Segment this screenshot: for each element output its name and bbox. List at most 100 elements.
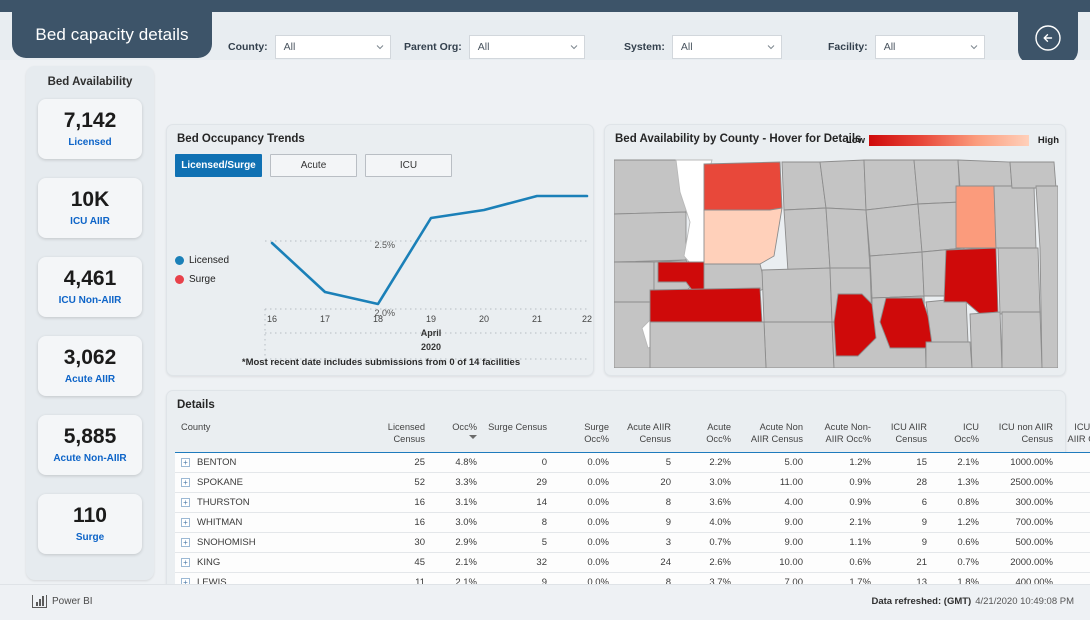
cell-county[interactable]: + THURSTON bbox=[175, 492, 375, 514]
col-surge-census[interactable]: Surge Census bbox=[483, 419, 553, 454]
slicer-county-label: County: bbox=[228, 41, 268, 53]
chevron-down-icon[interactable] bbox=[376, 43, 384, 51]
col-acute-non-aiir-occ-pct[interactable]: Acute Non-AIIR Occ% bbox=[809, 419, 877, 454]
powerbi-label: Power BI bbox=[52, 596, 93, 607]
kpi-card-acute-aiir[interactable]: 3,062 Acute AIIR bbox=[38, 336, 142, 396]
cell-icu-aiir-census: 15 bbox=[877, 452, 933, 474]
tab-icu[interactable]: ICU bbox=[365, 154, 452, 177]
cell-icu-non-aiir-census: 700.00% bbox=[985, 512, 1059, 534]
cell-icu-non-aiir-occ: 2.6% bbox=[1059, 472, 1090, 494]
cell-county[interactable]: + WHITMAN bbox=[175, 512, 375, 534]
county-choropleth-map[interactable] bbox=[614, 152, 1058, 368]
cell-surge-occ: 0.0% bbox=[553, 452, 615, 474]
trends-title: Bed Occupancy Trends bbox=[177, 133, 305, 145]
col-occ-pct[interactable]: Occ% bbox=[431, 419, 483, 454]
county-name: THURSTON bbox=[197, 497, 250, 509]
col-icu-occ-pct[interactable]: ICU Occ% bbox=[933, 419, 985, 454]
cell-acute-non-aiir-occ: 0.9% bbox=[809, 492, 877, 514]
cell-icu-occ: 0.6% bbox=[933, 532, 985, 554]
col-acute-aiir-census[interactable]: Acute AIIR Census bbox=[615, 419, 677, 454]
cell-county[interactable]: + KING bbox=[175, 552, 375, 574]
tab-licensed-surge[interactable]: Licensed/Surge bbox=[175, 154, 262, 177]
sort-descending-icon bbox=[469, 434, 477, 439]
chevron-down-icon[interactable] bbox=[970, 43, 978, 51]
cell-acute-non-aiir-occ: 1.1% bbox=[809, 532, 877, 554]
cell-county[interactable]: + BENTON bbox=[175, 452, 375, 474]
trends-footnote: *Most recent date includes submissions f… bbox=[241, 357, 521, 368]
powerbi-branding[interactable]: Power BI bbox=[32, 595, 93, 608]
slicer-county[interactable]: County: All bbox=[228, 34, 391, 60]
col-acute-non-aiir-census[interactable]: Acute Non AIIR Census bbox=[737, 419, 809, 454]
col-icu-non-aiir-occ-pct[interactable]: ICU Non-AIIR Occ% bbox=[1059, 419, 1090, 454]
col-icu-aiir-census[interactable]: ICU AIIR Census bbox=[877, 419, 933, 454]
cell-icu-non-aiir-occ: 0.9% bbox=[1059, 492, 1090, 514]
expand-plus-icon[interactable]: + bbox=[181, 458, 190, 468]
cell-occ: 3.0% bbox=[431, 512, 483, 534]
table-row[interactable]: + BENTON 25 4.8% 0 0.0% 5 2.2% 5.00 1.2% 15 2.1% 100… bbox=[175, 452, 1090, 474]
tab-acute[interactable]: Acute bbox=[270, 154, 357, 177]
slicer-parent-org-box[interactable]: All bbox=[468, 35, 585, 59]
kpi-label: Surge bbox=[75, 532, 105, 544]
slicer-facility-box[interactable]: All bbox=[874, 35, 985, 59]
chevron-down-icon[interactable] bbox=[570, 43, 578, 51]
table-row[interactable]: + KING 45 2.1% 32 0.0% 24 2.6% 10.00 0.6% 21 0.7% 20… bbox=[175, 552, 1090, 574]
cell-icu-occ: 1.2% bbox=[933, 512, 985, 534]
cell-licensed-census: 30 bbox=[375, 532, 431, 554]
map-legend-high-label: High bbox=[1037, 135, 1059, 146]
cell-acute-non-aiir-census: 11.00 bbox=[737, 472, 809, 494]
kpi-card-surge[interactable]: 110 Surge bbox=[38, 494, 142, 554]
expand-plus-icon[interactable]: + bbox=[181, 518, 190, 528]
cell-acute-aiir-census: 9 bbox=[615, 512, 677, 534]
expand-plus-icon[interactable]: + bbox=[181, 498, 190, 508]
cell-acute-aiir-census: 20 bbox=[615, 472, 677, 494]
slicer-county-box[interactable]: All bbox=[274, 35, 391, 59]
cell-acute-non-aiir-census: 9.00 bbox=[737, 512, 809, 534]
expand-plus-icon[interactable]: + bbox=[181, 478, 190, 488]
expand-plus-icon[interactable]: + bbox=[181, 538, 190, 548]
cell-county[interactable]: + SNOHOMISH bbox=[175, 532, 375, 554]
kpi-card-acute-non-aiir[interactable]: 5,885 Acute Non-AIIR bbox=[38, 415, 142, 475]
cell-icu-non-aiir-census: 2500.00% bbox=[985, 472, 1059, 494]
chevron-down-icon[interactable] bbox=[767, 43, 775, 51]
col-county[interactable]: County bbox=[175, 419, 375, 454]
slicer-system-box[interactable]: All bbox=[671, 35, 782, 59]
cell-acute-non-aiir-occ: 1.2% bbox=[809, 452, 877, 474]
bed-occupancy-trends-card: Bed Occupancy Trends Licensed/Surge Acut… bbox=[166, 124, 594, 376]
table-row[interactable]: + WHITMAN 16 3.0% 8 0.0% 9 4.0% 9.00 2.1% 9 1.2% 700… bbox=[175, 512, 1090, 534]
table-row[interactable]: + SPOKANE 52 3.3% 29 0.0% 20 3.0% 11.00 0.9% 28 1.3… bbox=[175, 472, 1090, 494]
cell-surge-occ: 0.0% bbox=[553, 532, 615, 554]
slicer-system[interactable]: System: All bbox=[624, 34, 782, 60]
col-licensed-census[interactable]: Licensed Census bbox=[375, 419, 431, 454]
cell-icu-non-aiir-census: 300.00% bbox=[985, 492, 1059, 514]
map-canvas[interactable] bbox=[614, 152, 1058, 368]
cell-county[interactable]: + SPOKANE bbox=[175, 472, 375, 494]
table-row[interactable]: + THURSTON 16 3.1% 14 0.0% 8 3.6% 4.00 0.9% 6 0.8% 3… bbox=[175, 492, 1090, 514]
cell-acute-non-aiir-census: 9.00 bbox=[737, 532, 809, 554]
slicer-facility[interactable]: Facility: All bbox=[828, 34, 985, 60]
cell-occ: 4.8% bbox=[431, 452, 483, 474]
cell-occ: 3.3% bbox=[431, 472, 483, 494]
bed-availability-map-card: Bed Availability by County - Hover for D… bbox=[604, 124, 1066, 376]
x-tick-17: 17 bbox=[319, 314, 330, 324]
col-acute-occ-pct[interactable]: Acute Occ% bbox=[677, 419, 737, 454]
table-row[interactable]: + SNOHOMISH 30 2.9% 5 0.0% 3 0.7% 9.00 1.1% 9 0.6% 5… bbox=[175, 532, 1090, 554]
col-icu-non-aiir-census[interactable]: ICU non AIIR Census bbox=[985, 419, 1059, 454]
col-surge-occ-pct[interactable]: Surge Occ% bbox=[553, 419, 615, 454]
trends-line-chart[interactable] bbox=[167, 183, 595, 377]
back-button[interactable] bbox=[1018, 12, 1078, 64]
expand-plus-icon[interactable]: + bbox=[181, 558, 190, 568]
cell-licensed-census: 45 bbox=[375, 552, 431, 574]
kpi-card-licensed[interactable]: 7,142 Licensed bbox=[38, 99, 142, 159]
cell-acute-non-aiir-occ: 2.1% bbox=[809, 512, 877, 534]
cell-licensed-census: 16 bbox=[375, 492, 431, 514]
kpi-card-icu-aiir[interactable]: 10K ICU AIIR bbox=[38, 178, 142, 238]
slicer-facility-value: All bbox=[883, 41, 896, 53]
refresh-timestamp: 4/21/2020 10:49:08 PM bbox=[975, 596, 1074, 607]
cell-licensed-census: 25 bbox=[375, 452, 431, 474]
cell-icu-aiir-census: 9 bbox=[877, 512, 933, 534]
slicer-parent-org[interactable]: Parent Org: All bbox=[404, 34, 585, 60]
powerbi-report: Bed capacity details County: All Parent … bbox=[0, 0, 1090, 620]
back-arrow-icon bbox=[1033, 23, 1063, 53]
county-name: WHITMAN bbox=[197, 517, 243, 529]
kpi-card-icu-non-aiir[interactable]: 4,461 ICU Non-AIIR bbox=[38, 257, 142, 317]
